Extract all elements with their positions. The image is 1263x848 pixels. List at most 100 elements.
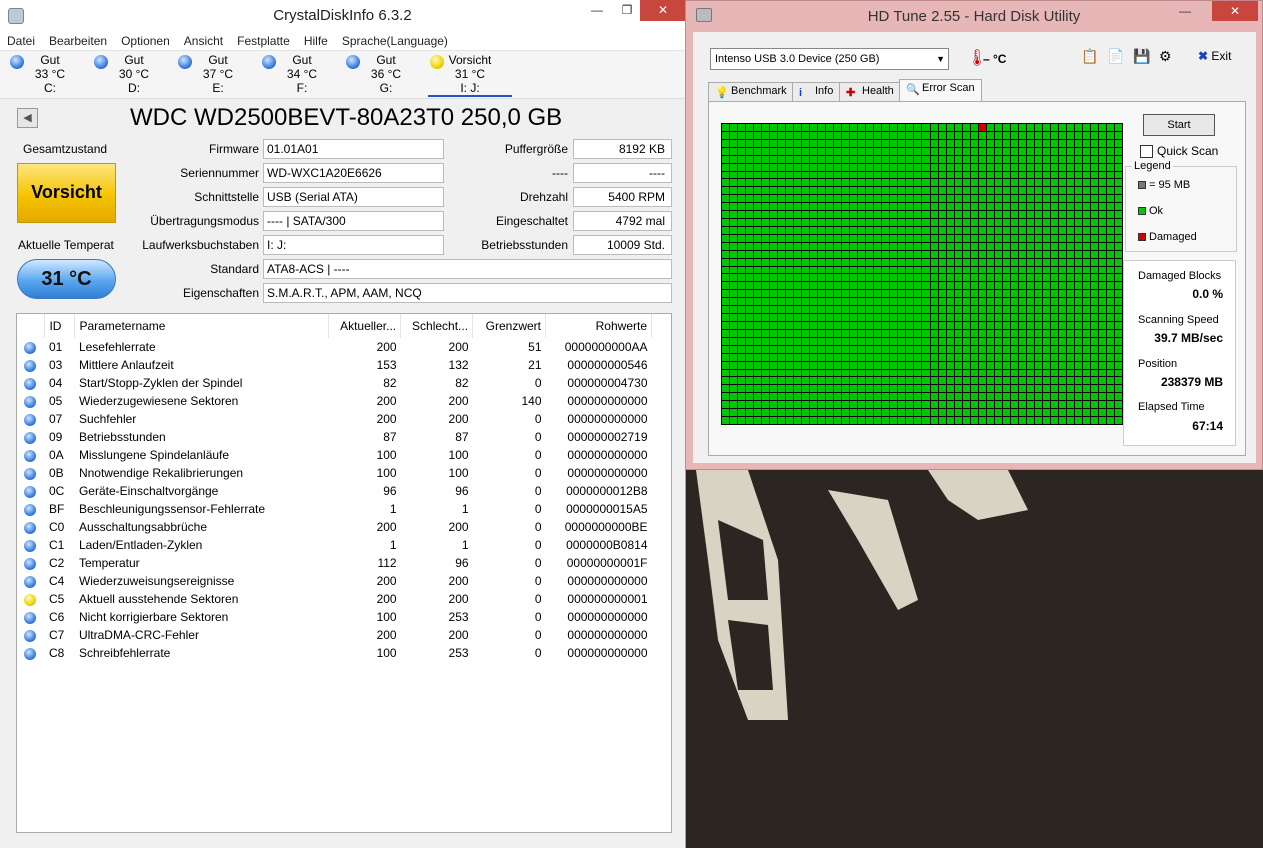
scan-block-ok	[834, 139, 842, 147]
scan-block-ok	[1074, 258, 1082, 266]
column-status[interactable]	[17, 314, 46, 338]
scan-block-ok	[930, 401, 938, 409]
tab-benchmark[interactable]: 💡 Benchmark	[708, 82, 793, 101]
options-icon[interactable]: ⚙	[1159, 48, 1172, 65]
smart-row[interactable]: 07 Suchfehler 200 200 0 000000000000	[17, 410, 652, 428]
drive-tab-g[interactable]: Gut 36 °C G:	[344, 53, 428, 97]
maximize-button[interactable]: ❐	[612, 0, 642, 21]
smart-row[interactable]: 0B Nnotwendige Rekalibrierungen 100 100 0 000…	[17, 464, 652, 482]
scan-block-ok	[858, 345, 866, 353]
scan-block-ok	[770, 306, 778, 314]
column-current[interactable]: Aktueller...	[328, 314, 402, 338]
smart-row[interactable]: 04 Start/Stopp-Zyklen der Spindel 82 82 0 000…	[17, 374, 652, 392]
smart-row[interactable]: 03 Mittlere Anlaufzeit 153 132 21 00000000054…	[17, 356, 652, 374]
smart-row[interactable]: C7 UltraDMA-CRC-Fehler 200 200 0 000000000000	[17, 626, 652, 644]
scan-block-ok	[994, 282, 1002, 290]
scan-block-ok	[962, 353, 970, 361]
smart-row[interactable]: C2 Temperatur 112 96 0 00000000001F	[17, 554, 652, 572]
smart-threshold-cell: 21	[528, 358, 542, 372]
smart-worst-cell: 82	[455, 376, 469, 390]
exit-button[interactable]: ✖ Exit	[1198, 49, 1231, 63]
close-button[interactable]: ✕	[640, 0, 686, 21]
scan-block-ok	[1026, 409, 1034, 417]
column-id[interactable]: ID	[44, 314, 76, 338]
smart-attribute-table[interactable]: ID Parametername Aktueller... Schlecht..…	[16, 313, 672, 833]
device-select[interactable]: Intenso USB 3.0 Device (250 GB) ▼	[710, 48, 949, 70]
scan-block-ok	[746, 385, 754, 393]
title-bar: CrystalDiskInfo 6.3.2 — ❐ ✕	[0, 0, 686, 31]
scan-block-ok	[1026, 219, 1034, 226]
smart-row[interactable]: C0 Ausschaltungsabbrüche 200 200 0 0000000000…	[17, 518, 652, 536]
drive-tab-e[interactable]: Gut 37 °C E:	[176, 53, 260, 97]
column-parameter-name[interactable]: Parametername	[74, 314, 330, 338]
smart-row[interactable]: C8 Schreibfehlerrate 100 253 0 000000000000	[17, 644, 652, 662]
scan-block-ok	[738, 131, 746, 139]
scan-block-ok	[762, 377, 770, 385]
scan-block-ok	[922, 361, 930, 369]
hdtune-minimize-button[interactable]: —	[1170, 1, 1200, 22]
column-worst[interactable]: Schlecht...	[400, 314, 474, 338]
tab-health[interactable]: ✚ Health	[839, 82, 900, 101]
scan-block-ok	[754, 369, 762, 377]
scan-block-ok	[914, 409, 922, 417]
scan-block-ok	[914, 155, 922, 163]
drive-tab-d[interactable]: Gut 30 °C D:	[92, 53, 176, 97]
scan-block-ok	[1106, 203, 1114, 211]
scan-block-ok	[970, 179, 978, 187]
drive-tab-ij[interactable]: Vorsicht 31 °C I: J:	[428, 53, 512, 97]
copy-text-icon[interactable]: 📄	[1107, 48, 1124, 65]
scan-block-ok	[754, 329, 762, 337]
scan-block-ok	[930, 163, 938, 171]
exit-x-icon: ✖	[1198, 49, 1209, 63]
scan-block-ok	[922, 219, 930, 226]
scan-block-ok	[1090, 131, 1098, 139]
menu-optionen[interactable]: Optionen	[114, 34, 177, 48]
menu-bearbeiten[interactable]: Bearbeiten	[42, 34, 114, 48]
scan-block-ok	[1082, 385, 1090, 393]
smart-current-cell: 100	[376, 610, 397, 624]
start-button[interactable]: Start	[1143, 114, 1215, 136]
save-icon[interactable]: 💾	[1133, 48, 1150, 65]
scan-block-ok	[794, 409, 802, 417]
scan-block-ok	[1106, 314, 1114, 322]
smart-row[interactable]: BF Beschleunigungssensor-Fehlerrate 1 1 0 000…	[17, 500, 652, 518]
scan-block-ok	[1074, 290, 1082, 298]
smart-row[interactable]: C1 Laden/Entladen-Zyklen 1 1 0 0000000B0814	[17, 536, 652, 554]
menu-ansicht[interactable]: Ansicht	[177, 34, 230, 48]
health-status-badge[interactable]: Vorsicht	[17, 163, 116, 223]
smart-row[interactable]: C4 Wiederzuweisungsereignisse 200 200 0 00000…	[17, 572, 652, 590]
column-threshold[interactable]: Grenzwert	[472, 314, 547, 338]
hdtune-close-button[interactable]: ✕	[1212, 1, 1258, 21]
drive-tab-f[interactable]: Gut 34 °C F:	[260, 53, 344, 97]
minimize-button[interactable]: —	[582, 0, 612, 21]
scan-block-ok	[858, 306, 866, 314]
menu-festplatte[interactable]: Festplatte	[230, 34, 297, 48]
smart-row[interactable]: 0C Geräte-Einschaltvorgänge 96 96 0 000000001…	[17, 482, 652, 500]
drive-tab-c[interactable]: Gut 33 °C C:	[8, 53, 92, 97]
menu-hilfe[interactable]: Hilfe	[297, 34, 335, 48]
smart-row[interactable]: C6 Nicht korrigierbare Sektoren 100 253 0 000…	[17, 608, 652, 626]
smart-row[interactable]: 01 Lesefehlerrate 200 200 51 0000000000AA	[17, 338, 652, 356]
scan-block-ok	[1026, 282, 1034, 290]
smart-row[interactable]: 05 Wiederzugewiesene Sektoren 200 200 140 000…	[17, 392, 652, 410]
tab-error-scan[interactable]: 🔍 Error Scan	[899, 79, 982, 101]
menu-datei[interactable]: Datei	[0, 34, 42, 48]
scan-block-ok	[954, 385, 962, 393]
scan-block-ok	[762, 266, 770, 274]
scan-block-ok	[906, 171, 914, 179]
quick-scan-checkbox[interactable]: Quick Scan	[1140, 144, 1218, 159]
scan-block-ok	[1010, 219, 1018, 226]
previous-disk-button[interactable]: ◀	[17, 108, 38, 128]
smart-row[interactable]: C5 Aktuell ausstehende Sektoren 200 200 0 000…	[17, 590, 652, 608]
column-raw-values[interactable]: Rohwerte	[545, 314, 652, 338]
smart-row[interactable]: 0A Misslungene Spindelanläufe 100 100 0 00000…	[17, 446, 652, 464]
scan-block-ok	[986, 377, 994, 385]
copy-icon[interactable]: 📋	[1081, 48, 1098, 65]
scan-block-ok	[978, 282, 986, 290]
scan-block-ok	[1018, 234, 1026, 242]
tab-info[interactable]: i Info	[792, 82, 840, 101]
smart-row[interactable]: 09 Betriebsstunden 87 87 0 000000002719	[17, 428, 652, 446]
scan-block-ok	[770, 314, 778, 322]
menu-sprache[interactable]: Sprache(Language)	[335, 34, 455, 48]
scan-block-ok	[826, 298, 834, 306]
